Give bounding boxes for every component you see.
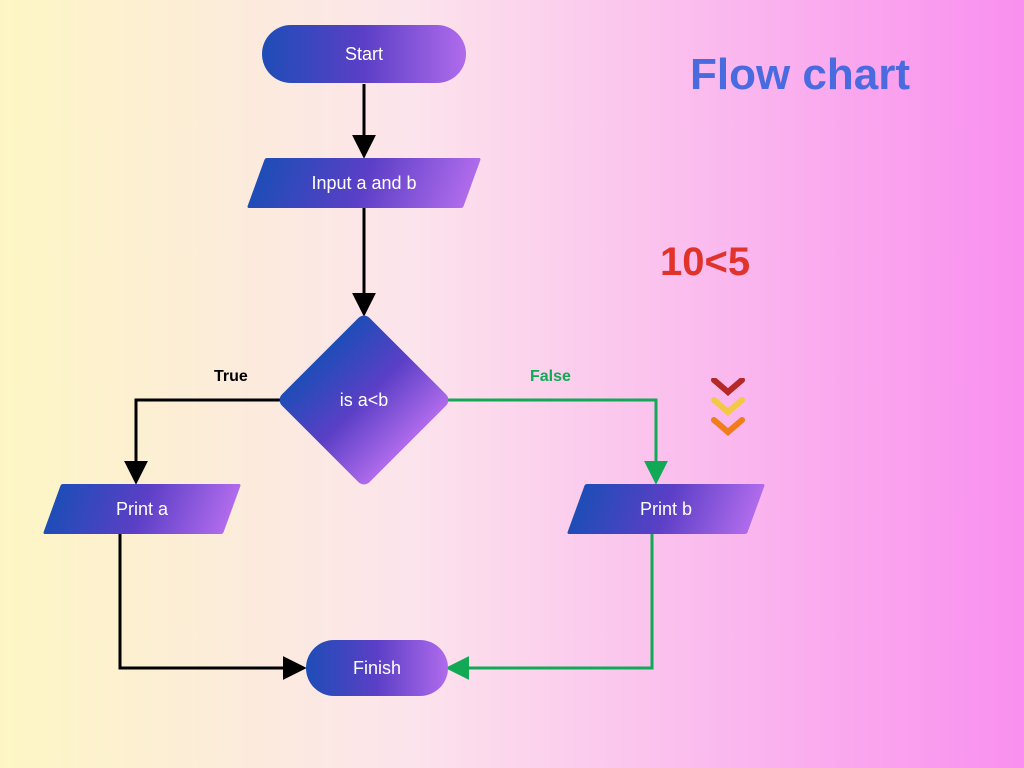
flowchart-canvas: Flow chart 10<5 [0,0,1024,768]
node-print-a: Print a [52,484,232,534]
edge-printb-finish [450,534,652,668]
diagram-title: Flow chart [690,50,910,100]
edge-label-true: True [214,368,248,386]
edge-decision-printa [136,400,282,480]
node-finish-label: Finish [353,658,401,679]
node-input: Input a and b [256,158,472,208]
edge-label-false: False [530,368,571,386]
edge-printa-finish [120,534,302,668]
node-decision-label: is a<b [302,338,426,462]
node-input-label: Input a and b [256,158,472,208]
node-print-b-label: Print b [576,484,756,534]
chevron-stack-icon [710,378,746,442]
flowchart-edges [0,0,1024,768]
example-annotation: 10<5 [660,240,750,285]
edge-decision-printb [448,400,656,480]
node-start-label: Start [345,44,383,65]
node-decision: is a<b [302,338,426,462]
node-start: Start [262,25,466,83]
node-print-b: Print b [576,484,756,534]
node-finish: Finish [306,640,448,696]
node-print-a-label: Print a [52,484,232,534]
